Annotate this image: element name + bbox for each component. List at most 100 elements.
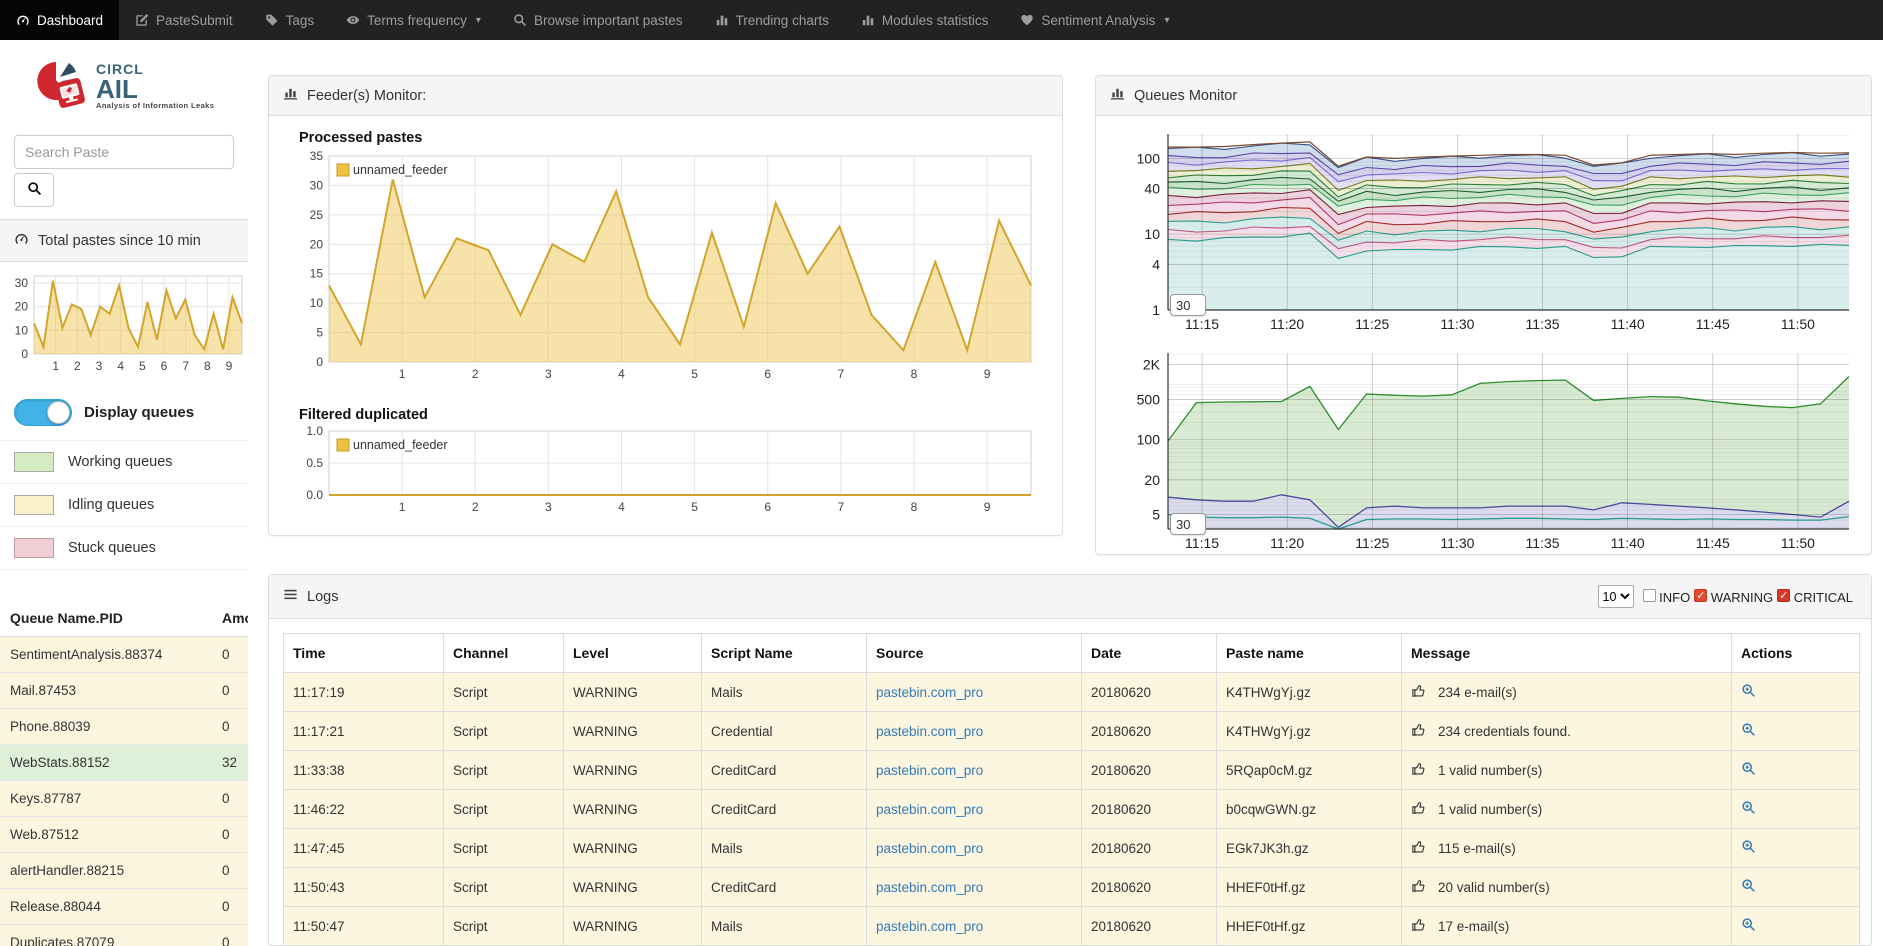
nav-item-pastesubmit[interactable]: PasteSubmit bbox=[119, 0, 249, 40]
filtered-duplicated-chart[interactable]: 0.00.51.0123456789unnamed_feeder bbox=[283, 423, 1062, 526]
log-channel: Script bbox=[444, 790, 564, 829]
idling-swatch bbox=[14, 495, 54, 515]
log-row: 11:50:43ScriptWARNINGCreditCardpastebin.… bbox=[284, 868, 1860, 907]
log-channel: Script bbox=[444, 907, 564, 946]
critical-checkbox[interactable] bbox=[1777, 589, 1790, 602]
queue-table-header-amount: Amount bbox=[212, 600, 248, 637]
source-link[interactable]: pastebin.com_pro bbox=[876, 724, 983, 739]
processed-pastes-chart[interactable]: 05101520253035123456789unnamed_feeder bbox=[283, 146, 1062, 393]
circl-logo-icon bbox=[30, 56, 88, 115]
show-paste-button[interactable] bbox=[1741, 881, 1756, 896]
logs-title: Logs bbox=[307, 589, 338, 605]
svg-text:8: 8 bbox=[911, 367, 918, 381]
chart-icon bbox=[715, 13, 729, 27]
show-paste-button[interactable] bbox=[1741, 686, 1756, 701]
queue-amount: 0 bbox=[212, 817, 248, 853]
log-row: 11:17:21ScriptWARNINGCredentialpastebin.… bbox=[284, 712, 1860, 751]
logs-col-paste-name: Paste name bbox=[1217, 634, 1402, 673]
log-level: WARNING bbox=[564, 712, 702, 751]
nav-item-label: Modules statistics bbox=[882, 13, 989, 28]
log-level: WARNING bbox=[564, 790, 702, 829]
source-link[interactable]: pastebin.com_pro bbox=[876, 685, 983, 700]
log-source: pastebin.com_pro bbox=[867, 790, 1082, 829]
info-checkbox[interactable] bbox=[1643, 589, 1656, 602]
search-paste-input[interactable] bbox=[14, 135, 234, 169]
log-channel: Script bbox=[444, 712, 564, 751]
queue-name: alertHandler.88215 bbox=[0, 853, 212, 889]
svg-text:500: 500 bbox=[1137, 391, 1161, 407]
thumbs-up-icon bbox=[1411, 683, 1426, 701]
log-source: pastebin.com_pro bbox=[867, 712, 1082, 751]
log-message: 234 credentials found. bbox=[1402, 712, 1732, 751]
chart-icon bbox=[861, 13, 875, 27]
log-level: WARNING bbox=[564, 868, 702, 907]
log-time: 11:47:45 bbox=[284, 829, 444, 868]
logs-col-date: Date bbox=[1082, 634, 1217, 673]
nav-item-tags[interactable]: Tags bbox=[249, 0, 331, 40]
log-paste-name: K4THWgYj.gz bbox=[1217, 673, 1402, 712]
queue-table: Queue Name.PID Amount SentimentAnalysis.… bbox=[0, 600, 248, 946]
nav-item-trending-charts[interactable]: Trending charts bbox=[699, 0, 845, 40]
legend-working-queues: Working queues bbox=[0, 440, 248, 483]
nav-item-terms-frequency[interactable]: Terms frequency▾ bbox=[330, 0, 497, 40]
queues-legend: Working queuesIdling queuesStuck queues bbox=[0, 440, 248, 570]
show-paste-button[interactable] bbox=[1741, 725, 1756, 740]
legend-stuck-queues: Stuck queues bbox=[0, 526, 248, 570]
log-actions bbox=[1732, 829, 1860, 868]
warning-checkbox[interactable] bbox=[1694, 589, 1707, 602]
svg-text:10: 10 bbox=[310, 296, 324, 310]
nav-item-dashboard[interactable]: Dashboard bbox=[0, 0, 119, 40]
log-source: pastebin.com_pro bbox=[867, 751, 1082, 790]
list-icon bbox=[283, 587, 298, 606]
log-row: 11:47:45ScriptWARNINGMailspastebin.com_p… bbox=[284, 829, 1860, 868]
source-link[interactable]: pastebin.com_pro bbox=[876, 802, 983, 817]
top-navbar: DashboardPasteSubmitTagsTerms frequency▾… bbox=[0, 0, 1883, 40]
svg-text:1: 1 bbox=[399, 500, 406, 514]
svg-text:9: 9 bbox=[984, 367, 991, 381]
nav-item-modules-statistics[interactable]: Modules statistics bbox=[845, 0, 1005, 40]
source-link[interactable]: pastebin.com_pro bbox=[876, 763, 983, 778]
svg-text:30: 30 bbox=[15, 276, 29, 290]
log-date: 20180620 bbox=[1082, 712, 1217, 751]
svg-text:5: 5 bbox=[1152, 507, 1160, 523]
svg-text:6: 6 bbox=[161, 359, 168, 373]
nav-item-sentiment-analysis[interactable]: Sentiment Analysis▾ bbox=[1004, 0, 1185, 40]
show-paste-button[interactable] bbox=[1741, 842, 1756, 857]
roll-period-input-bottom[interactable] bbox=[1170, 513, 1206, 535]
critical-filter-label: CRITICAL bbox=[1790, 590, 1853, 605]
svg-text:unnamed_feeder: unnamed_feeder bbox=[353, 438, 448, 452]
svg-text:25: 25 bbox=[310, 208, 324, 222]
show-paste-button[interactable] bbox=[1741, 764, 1756, 779]
search-plus-icon bbox=[1741, 725, 1756, 740]
logs-panel: Logs 10 INFO WARNING CRITICAL TimeChanne… bbox=[268, 574, 1872, 946]
queues-monitor-bottom-chart[interactable]: 5201005002K11:1511:2011:2511:3011:3511:4… bbox=[1104, 345, 1871, 555]
svg-text:11:25: 11:25 bbox=[1355, 316, 1389, 332]
queue-name: Web.87512 bbox=[0, 817, 212, 853]
queue-amount: 0 bbox=[212, 925, 248, 946]
log-actions bbox=[1732, 712, 1860, 751]
display-queues-toggle[interactable] bbox=[14, 399, 72, 426]
search-icon bbox=[513, 13, 527, 27]
source-link[interactable]: pastebin.com_pro bbox=[876, 880, 983, 895]
show-paste-button[interactable] bbox=[1741, 920, 1756, 935]
svg-text:11:15: 11:15 bbox=[1185, 535, 1219, 551]
source-link[interactable]: pastebin.com_pro bbox=[876, 919, 983, 934]
svg-text:11:35: 11:35 bbox=[1526, 316, 1560, 332]
total-pastes-header: Total pastes since 10 min bbox=[0, 219, 248, 262]
nav-item-browse-important-pastes[interactable]: Browse important pastes bbox=[497, 0, 699, 40]
queues-monitor-top-chart[interactable]: 14104010011:1511:2011:2511:3011:3511:401… bbox=[1104, 126, 1871, 343]
queue-row: Keys.877870 bbox=[0, 781, 248, 817]
logo-text: CIRCL AIL Analysis of Information Leaks bbox=[96, 61, 214, 110]
queue-name: WebStats.88152 bbox=[0, 745, 212, 781]
log-actions bbox=[1732, 751, 1860, 790]
show-paste-button[interactable] bbox=[1741, 803, 1756, 818]
search-paste-button[interactable] bbox=[14, 173, 54, 207]
queues-monitor-title: Queues Monitor bbox=[1134, 88, 1237, 104]
logs-page-size-select[interactable]: 10 bbox=[1598, 585, 1634, 608]
source-link[interactable]: pastebin.com_pro bbox=[876, 841, 983, 856]
svg-text:11:40: 11:40 bbox=[1611, 535, 1645, 551]
queues-monitor-panel: Queues Monitor 14104010011:1511:2011:251… bbox=[1095, 75, 1872, 555]
log-source: pastebin.com_pro bbox=[867, 868, 1082, 907]
roll-period-input-top[interactable] bbox=[1170, 294, 1206, 316]
total-pastes-chart: 0102030123456789 bbox=[2, 270, 246, 379]
